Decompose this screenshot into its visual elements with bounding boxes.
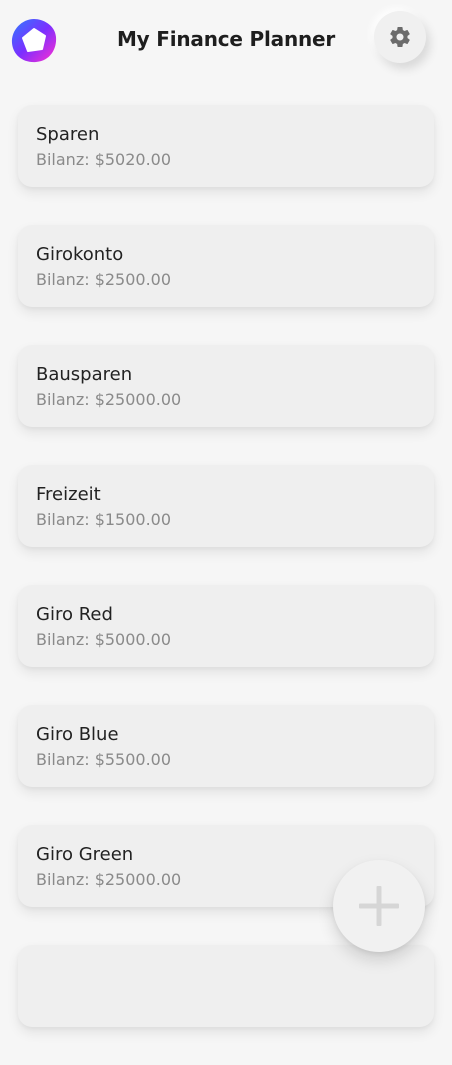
account-balance: Bilanz: $5000.00 xyxy=(36,630,172,649)
account-balance: Bilanz: $25000.00 xyxy=(36,870,182,889)
account-card[interactable]: Freizeit Bilanz: $1500.00 xyxy=(18,465,434,547)
account-name: Giro Green xyxy=(36,844,134,865)
add-account-button[interactable] xyxy=(333,860,425,952)
account-card[interactable]: Sparen Bilanz: $5020.00 xyxy=(18,105,434,187)
account-balance: Bilanz: $2500.00 xyxy=(36,270,172,289)
account-balance: Bilanz: $25000.00 xyxy=(36,390,182,409)
account-card[interactable]: Girokonto Bilanz: $2500.00 xyxy=(18,225,434,307)
account-balance: Bilanz: $5500.00 xyxy=(36,750,172,769)
account-balance: Bilanz: $5020.00 xyxy=(36,150,172,169)
account-name: Freizeit xyxy=(36,484,101,505)
account-name: Sparen xyxy=(36,124,100,145)
account-name: Giro Blue xyxy=(36,724,119,745)
gear-icon xyxy=(390,26,410,47)
account-name: Girokonto xyxy=(36,244,124,265)
account-name: Giro Red xyxy=(36,604,113,625)
account-card[interactable]: Giro Blue Bilanz: $5500.00 xyxy=(18,705,434,787)
account-card[interactable]: Giro Red Bilanz: $5000.00 xyxy=(18,585,434,667)
account-card[interactable]: Bausparen Bilanz: $25000.00 xyxy=(18,345,434,427)
app-header: My Finance Planner xyxy=(0,0,452,80)
settings-button[interactable] xyxy=(374,11,426,63)
account-balance: Bilanz: $1500.00 xyxy=(36,510,172,529)
account-card[interactable] xyxy=(18,945,434,1027)
plus-icon xyxy=(359,886,399,926)
account-name: Bausparen xyxy=(36,364,133,385)
